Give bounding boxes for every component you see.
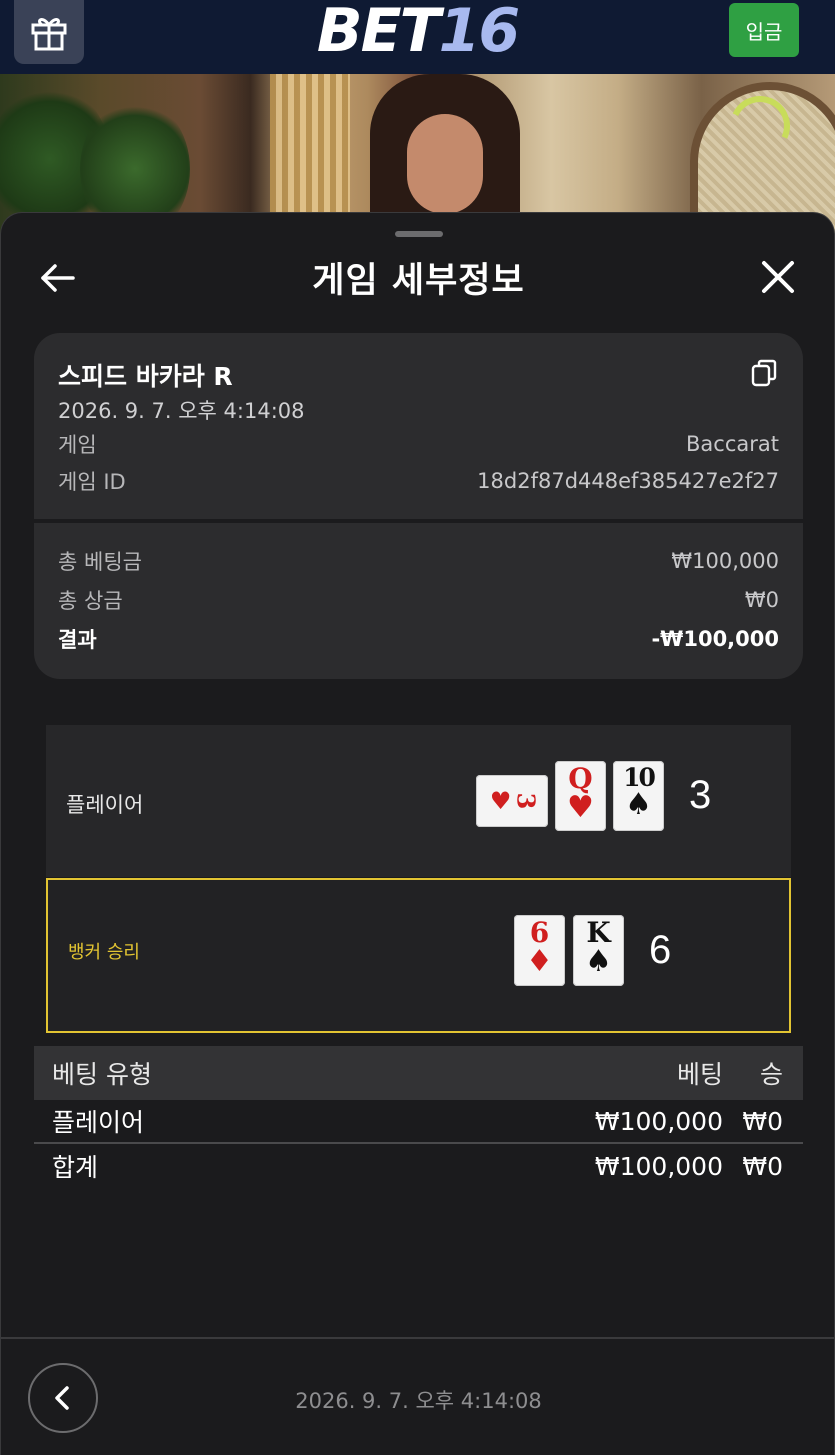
result-label: 결과	[58, 628, 97, 652]
game-id-value: 18d2f87d448ef385427e2f27	[477, 469, 779, 493]
drag-handle[interactable]	[395, 231, 443, 237]
game-details-sheet: 게임 세부정보 스피드 바카라 R 2026. 9. 7. 오후 4:14:08…	[0, 212, 835, 1455]
player-label: 플레이어	[66, 793, 144, 817]
sheet-footer: 2026. 9. 7. 오후 4:14:08	[1, 1337, 835, 1455]
logo-text-part2: 16	[438, 0, 520, 66]
banker-card-1: 6 ♦	[514, 915, 565, 986]
total-win-row: 총 상금 ₩0	[58, 585, 779, 615]
bet-type-cell: 플레이어	[52, 1108, 145, 1137]
game-id-label: 게임 ID	[58, 470, 126, 494]
sheet-header: 게임 세부정보	[1, 249, 835, 305]
game-type-label: 게임	[58, 433, 97, 457]
card-divider	[34, 519, 803, 523]
deposit-button[interactable]: 입금	[729, 3, 799, 57]
total-bet-value: ₩100,000	[671, 549, 779, 573]
card-suit: ♦	[526, 944, 553, 979]
player-card-2: Q ♥	[555, 761, 606, 831]
total-win-value: ₩0	[744, 588, 779, 612]
card-rank: Q	[568, 762, 593, 795]
card-suit: ♥	[567, 790, 594, 825]
banker-win-label: 뱅커 승리	[68, 942, 140, 963]
logo-text-part1: BET	[316, 0, 441, 66]
banker-card-2: K ♠	[573, 915, 624, 986]
col-bet: 베팅	[676, 1060, 723, 1089]
sheet-title: 게임 세부정보	[312, 260, 525, 301]
player-score: 3	[689, 773, 712, 817]
top-header: BET 16 입금	[0, 0, 835, 74]
game-info-card: 스피드 바카라 R 2026. 9. 7. 오후 4:14:08 게임 Bacc…	[34, 333, 803, 679]
footer-datetime: 2026. 9. 7. 오후 4:14:08	[295, 1389, 542, 1413]
game-type-value: Baccarat	[686, 432, 779, 456]
close-icon[interactable]	[759, 258, 797, 296]
col-bet-type: 베팅 유형	[52, 1060, 152, 1089]
bet-amount-cell: ₩100,000	[594, 1151, 723, 1181]
bet-table: 베팅 유형 베팅 승 플레이어 ₩100,000 ₩0 합계 ₩100,000 …	[34, 1046, 803, 1188]
card-rank: 3	[511, 792, 541, 810]
total-win-label: 총 상금	[58, 589, 123, 613]
card-rank: 6	[529, 916, 550, 949]
card-rank: K	[586, 916, 611, 949]
result-row: 결과 -₩100,000	[58, 624, 779, 654]
bet-type-cell: 합계	[52, 1153, 99, 1182]
live-video: 2	[0, 74, 835, 234]
win-amount-cell: ₩0	[742, 1106, 783, 1136]
bet16-logo[interactable]: BET 16	[0, 0, 835, 66]
win-amount-cell: ₩0	[742, 1151, 783, 1181]
card-suit: ♠	[585, 944, 612, 979]
banker-score: 6	[649, 928, 672, 972]
total-bet-label: 총 베팅금	[58, 550, 142, 574]
bet-amount-cell: ₩100,000	[594, 1106, 723, 1136]
game-type-row: 게임 Baccarat	[58, 429, 779, 459]
game-datetime: 2026. 9. 7. 오후 4:14:08	[58, 399, 305, 423]
result-value: -₩100,000	[651, 627, 779, 651]
bet-table-header: 베팅 유형 베팅 승	[34, 1046, 803, 1100]
col-win: 승	[759, 1060, 783, 1089]
player-result-row: 플레이어 ♥ 3 Q ♥ 10 ♠ 3	[46, 725, 791, 877]
game-id-row: 게임 ID 18d2f87d448ef385427e2f27	[58, 466, 779, 496]
total-bet-row: 총 베팅금 ₩100,000	[58, 546, 779, 576]
video-dealer-face	[407, 114, 483, 214]
table-row: 합계 ₩100,000 ₩0	[34, 1144, 803, 1188]
copy-icon[interactable]	[751, 359, 777, 387]
card-suit: ♠	[625, 787, 652, 822]
player-card-1: ♥ 3	[476, 775, 548, 827]
card-suit: ♥	[489, 786, 512, 815]
player-card-3: 10 ♠	[613, 761, 664, 831]
table-row: 플레이어 ₩100,000 ₩0	[34, 1100, 803, 1144]
banker-result-row: 뱅커 승리 6 ♦ K ♠ 6	[46, 878, 791, 1033]
video-pillar	[270, 74, 350, 234]
game-name: 스피드 바카라 R	[58, 362, 233, 391]
